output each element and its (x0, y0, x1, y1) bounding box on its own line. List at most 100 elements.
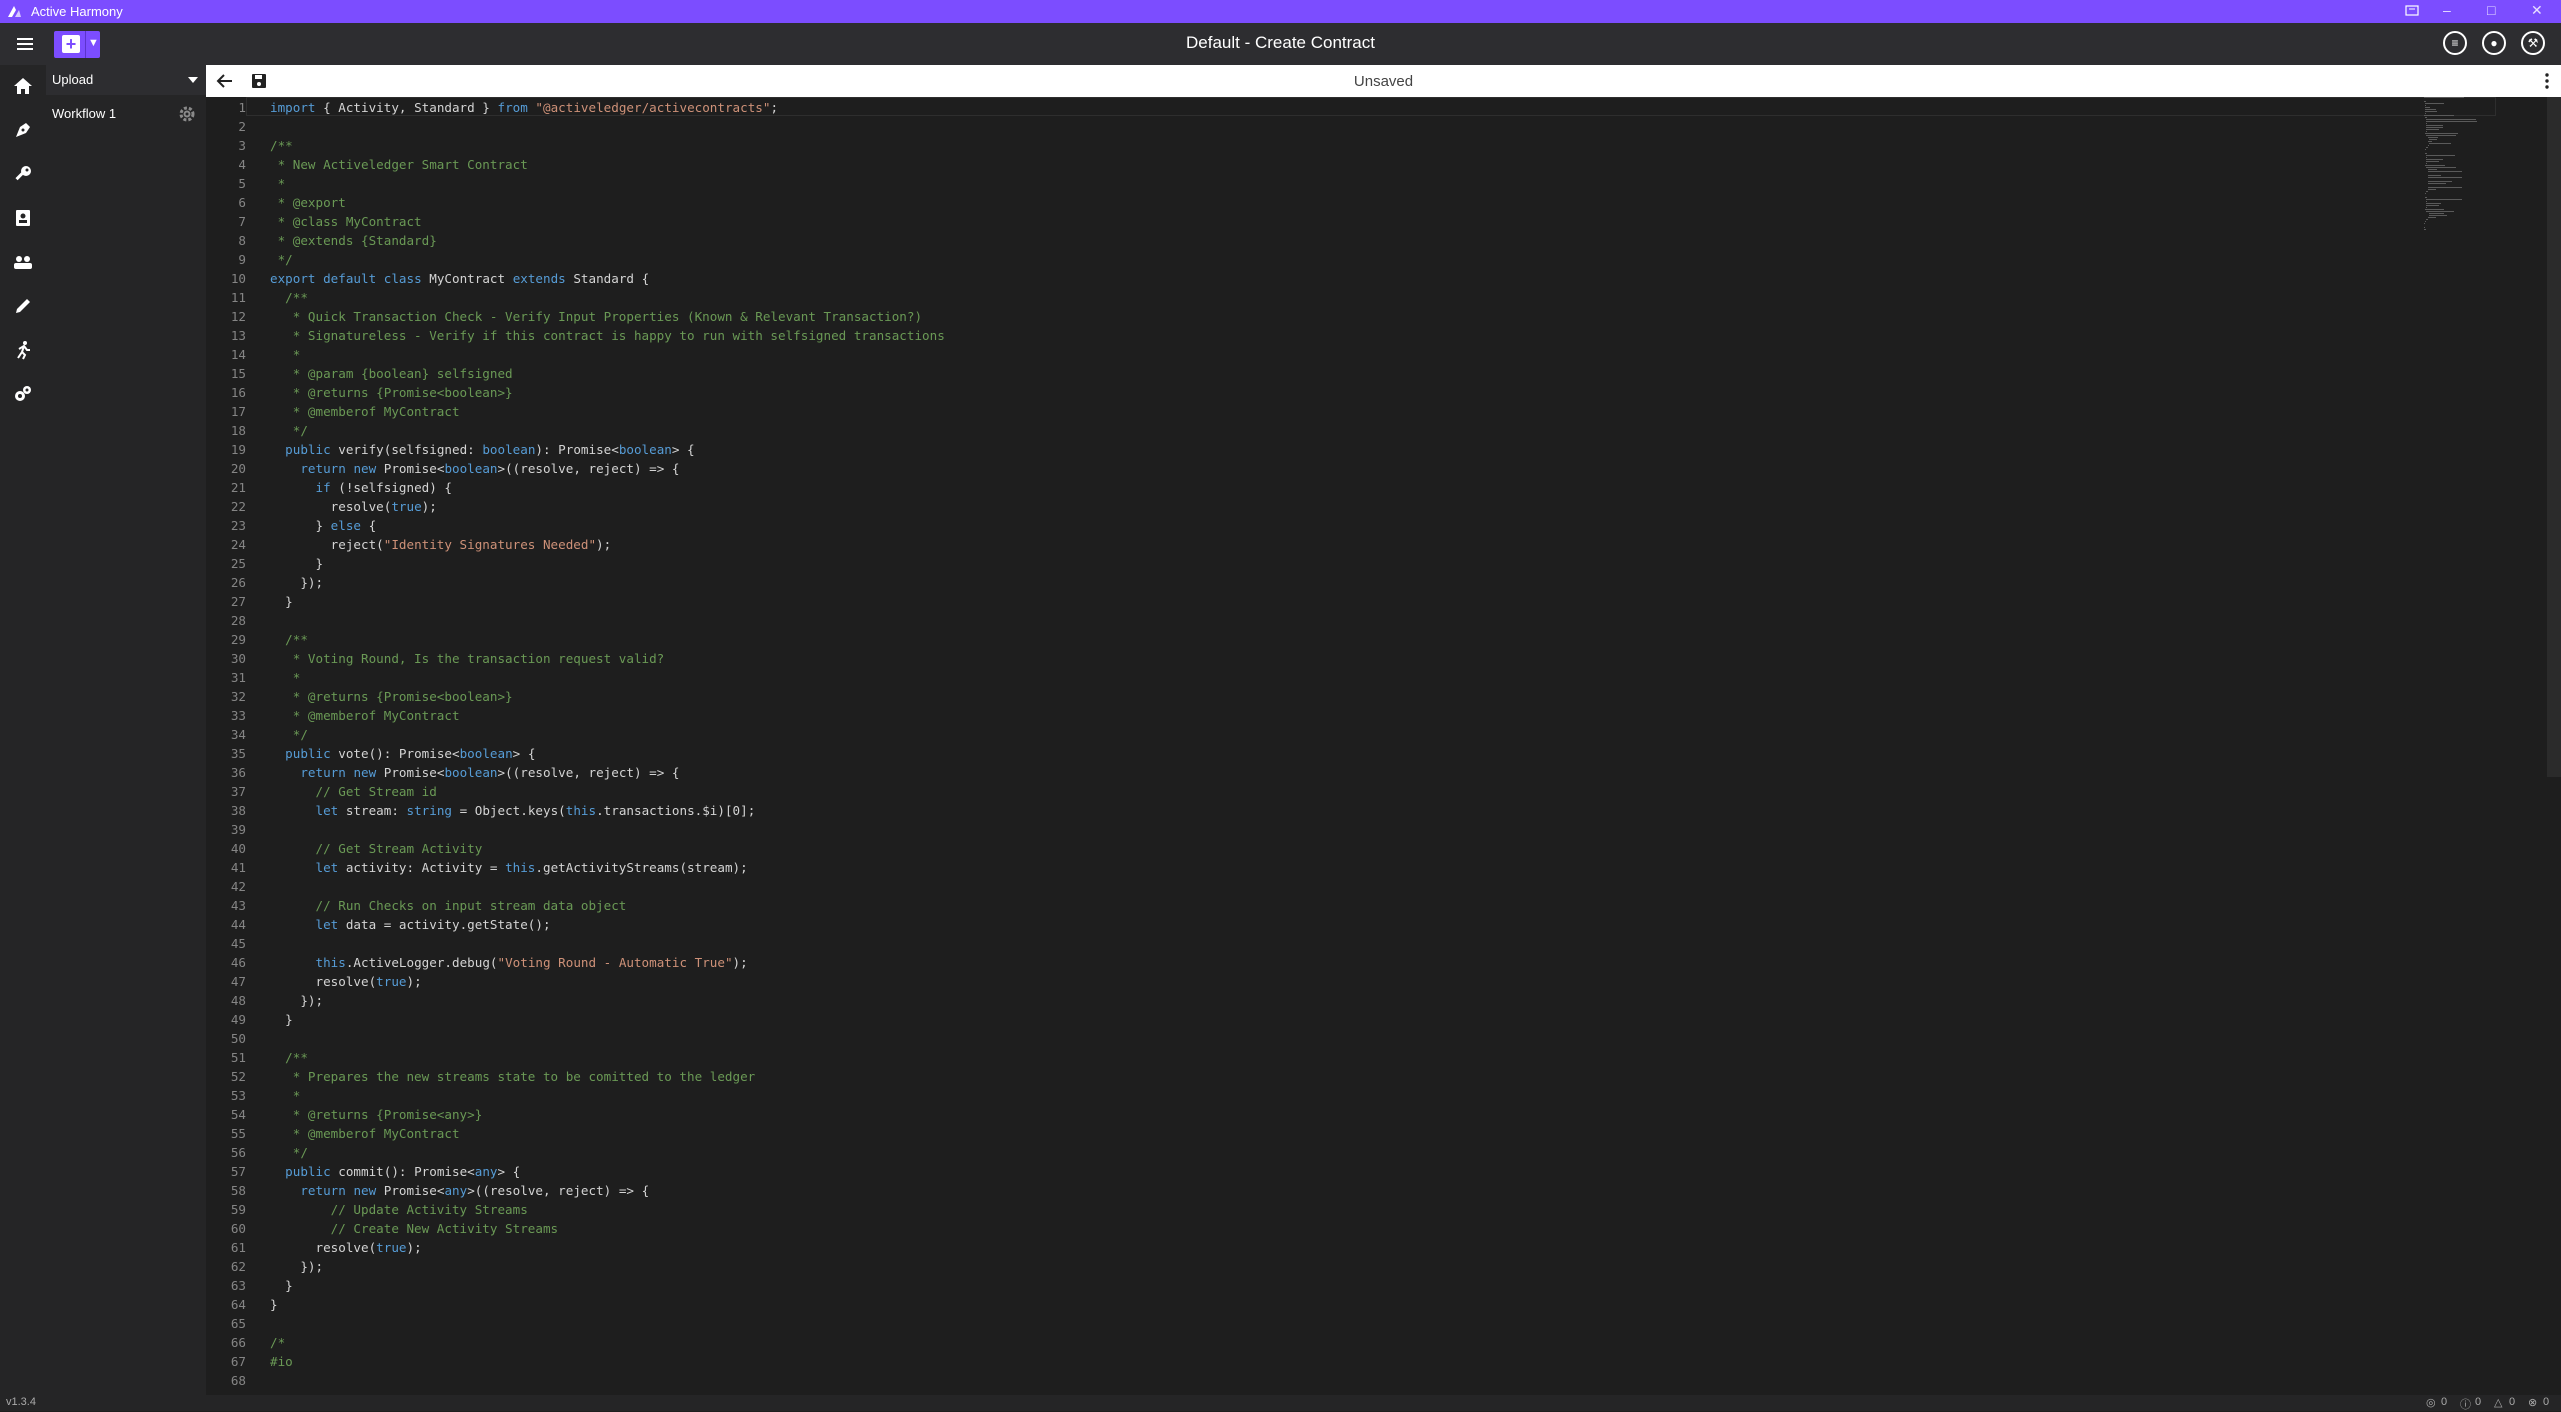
home-icon[interactable] (13, 76, 33, 96)
error-icon[interactable]: ⊗ (2528, 1396, 2537, 1409)
line-number: 24 (230, 537, 246, 552)
globe-count: 0 (2441, 1396, 2448, 1408)
minimap-line (2428, 143, 2451, 144)
code-line: * @returns {Promise<any>} (270, 1107, 483, 1122)
line-number: 19 (230, 442, 246, 457)
minimize-icon[interactable]: – (2443, 2, 2451, 18)
minimap-line (2425, 221, 2426, 222)
code-area[interactable]: 1 import { Activity, Standard } from "@ac… (206, 97, 2536, 1395)
user-icon[interactable]: ● (2482, 31, 2506, 55)
code-line: let data = activity.getState(); (315, 917, 551, 932)
code-line: }); (270, 1259, 324, 1274)
minimap-line (2425, 205, 2439, 206)
line-number: 36 (230, 765, 246, 780)
info-icon[interactable]: ⓘ (2460, 1396, 2471, 1412)
code-editor-pane: Unsaved 1 import { Activity, Standard } f… (206, 65, 2561, 1395)
line-number: 47 (230, 974, 246, 989)
window-title-bar: Active Harmony – □ ✕ (0, 0, 2561, 23)
minimap-line (2424, 113, 2426, 114)
line-number: 27 (230, 594, 246, 609)
chevron-down-icon (188, 77, 198, 83)
key-icon[interactable] (13, 164, 33, 184)
code-line: return new Promise<any>((resolve, reject… (300, 1183, 650, 1198)
line-number: 12 (230, 309, 246, 324)
code-line: * Signatureless - Verify if this contrac… (270, 328, 945, 343)
code-line: /** (270, 138, 293, 153)
code-line: resolve(true); (270, 1240, 422, 1255)
line-number: 28 (230, 613, 246, 628)
page-title: Default - Create Contract (1186, 33, 1375, 52)
warning-count: 0 (2509, 1396, 2516, 1408)
line-number: 6 (238, 195, 246, 210)
group-icon[interactable] (13, 252, 33, 272)
minimap-line (2425, 165, 2445, 166)
settings-cogs-icon[interactable] (13, 384, 33, 404)
line-number: 23 (230, 518, 246, 533)
minimap-line (2427, 177, 2462, 178)
minimap-line (2426, 147, 2429, 148)
code-line: this.ActiveLogger.debug("Voting Round - … (315, 955, 748, 970)
minimap-line (2425, 197, 2427, 198)
minimap-line (2424, 107, 2430, 108)
code-line: */ (270, 727, 308, 742)
workflow-item-label: Workflow 1 (52, 106, 117, 121)
code-line: public verify(selfsigned: boolean): Prom… (285, 442, 695, 457)
line-number: 51 (230, 1050, 246, 1065)
code-line: } (270, 594, 293, 609)
maximize-icon[interactable]: □ (2487, 2, 2495, 18)
line-number: 58 (230, 1183, 246, 1198)
code-line: */ (270, 423, 308, 438)
sidebar-icon-rail (0, 65, 46, 1395)
line-number: 17 (230, 404, 246, 419)
minimap-line (2425, 193, 2426, 194)
save-status: Unsaved (1353, 73, 1414, 90)
line-number: 56 (230, 1145, 246, 1160)
pen-nib-icon[interactable] (13, 120, 33, 140)
minimap-line (2425, 163, 2427, 164)
line-number: 25 (230, 556, 246, 571)
code-line: * @export (270, 195, 346, 210)
code-line: * @param {boolean} selfsigned (270, 366, 513, 381)
run-icon[interactable] (13, 340, 33, 360)
minimap-line (2425, 203, 2441, 204)
globe-icon[interactable]: ◎ (2426, 1396, 2436, 1409)
vertical-scrollbar[interactable] (2547, 97, 2561, 777)
code-line: * @memberof MyContract (270, 708, 460, 723)
line-number: 31 (230, 670, 246, 685)
line-number: 46 (230, 955, 246, 970)
error-count: 0 (2543, 1396, 2550, 1408)
minimap-line (2424, 103, 2445, 104)
code-line: * Prepares the new streams state to be c… (270, 1069, 756, 1084)
line-number: 39 (230, 822, 246, 837)
app-version: v1.3.4 (6, 1396, 36, 1408)
line-number: 42 (230, 879, 246, 894)
warning-icon[interactable]: △ (2494, 1396, 2502, 1409)
line-number: 16 (230, 385, 246, 400)
code-line: * (270, 1088, 301, 1103)
upload-select[interactable]: Upload (46, 65, 206, 95)
code-line: resolve(true); (270, 974, 422, 989)
minimap-line (2425, 149, 2426, 150)
line-number: 41 (230, 860, 246, 875)
feedback-icon[interactable] (2405, 4, 2419, 18)
wrench-icon[interactable]: ⚒ (2521, 31, 2545, 55)
code-line: * @returns {Promise<boolean>} (270, 385, 513, 400)
minimap-line (2425, 125, 2444, 126)
minimap-line (2428, 215, 2447, 216)
code-line: /** (270, 1050, 308, 1065)
minimap-line (2424, 105, 2426, 106)
app-logo-icon (8, 6, 21, 17)
close-icon[interactable]: ✕ (2531, 2, 2543, 19)
more-vertical-icon[interactable] (2545, 71, 2549, 91)
address-book-icon[interactable] (13, 208, 33, 228)
minimap-line (2426, 191, 2429, 192)
code-line: public vote(): Promise<boolean> { (285, 746, 536, 761)
app-title: Active Harmony (31, 4, 123, 19)
server-icon[interactable]: ≡ (2443, 31, 2467, 55)
code-line: * @class MyContract (270, 214, 422, 229)
workflow-item[interactable]: Workflow 1 (46, 103, 206, 127)
pencil-icon[interactable] (13, 296, 33, 316)
code-minimap[interactable] (2424, 97, 2534, 237)
line-number: 65 (230, 1316, 246, 1331)
gear-icon[interactable] (178, 105, 196, 123)
